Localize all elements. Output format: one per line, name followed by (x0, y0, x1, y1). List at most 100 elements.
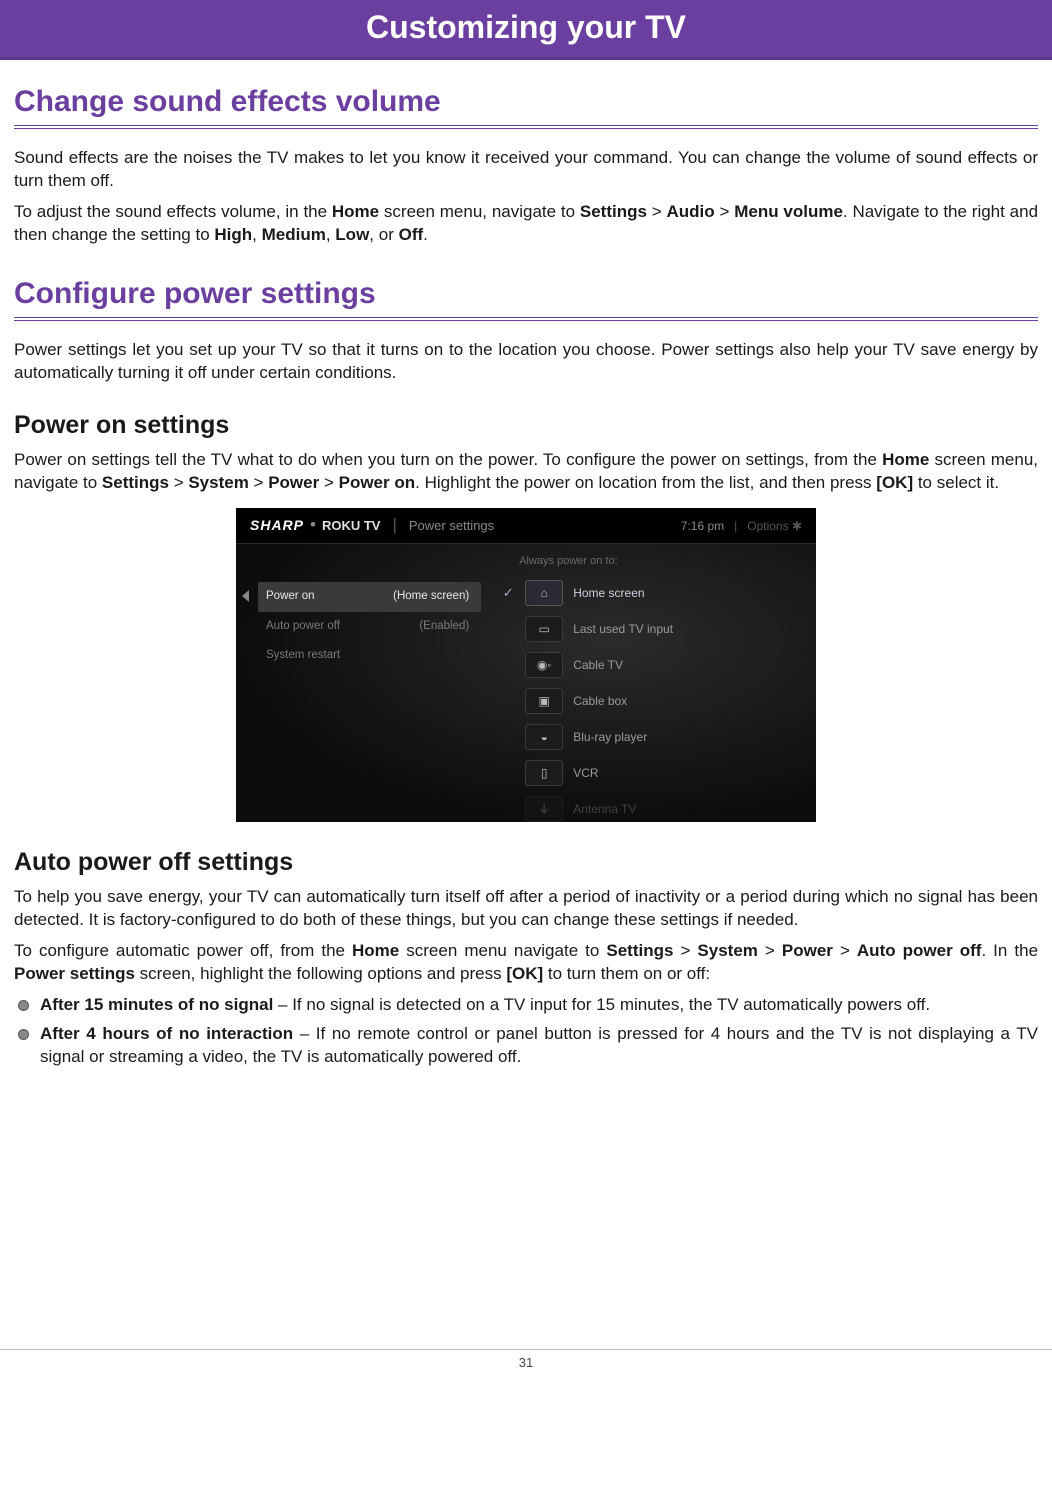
list-item: After 15 minutes of no signal – If no si… (14, 994, 1038, 1017)
separator: > (169, 473, 188, 492)
body-paragraph: To configure automatic power off, from t… (14, 940, 1038, 986)
text: Power on settings tell the TV what to do… (14, 450, 882, 469)
bold-term: Settings (580, 202, 647, 221)
section-title-sound-effects: Change sound effects volume (14, 82, 1038, 123)
option-vcr[interactable]: ▯ VCR (491, 755, 806, 791)
separator: > (833, 941, 857, 960)
text: to select it. (913, 473, 999, 492)
bold-term: [OK] (506, 964, 543, 983)
text: to turn them on or off: (543, 964, 710, 983)
tv-input-icon: ▭ (525, 616, 563, 642)
section-divider (14, 317, 1038, 321)
bold-term: Audio (667, 202, 715, 221)
body-paragraph: Power on settings tell the TV what to do… (14, 449, 1038, 495)
body-paragraph: Power settings let you set up your TV so… (14, 339, 1038, 385)
vertical-separator: | (392, 514, 396, 537)
list-item: After 4 hours of no interaction – If no … (14, 1023, 1038, 1069)
bold-term: Auto power off (857, 941, 982, 960)
menu-item-label: Auto power off (266, 619, 340, 635)
body-paragraph: To adjust the sound effects volume, in t… (14, 201, 1038, 247)
tv-left-menu: Power on (Home screen) Auto power off (E… (236, 544, 491, 822)
left-arrow-icon (242, 590, 249, 602)
bold-term: Power (268, 473, 319, 492)
option-label: VCR (573, 765, 598, 781)
antenna-icon: ⏚ (525, 796, 563, 822)
bold-term: [OK] (876, 473, 913, 492)
bullet-lead: After 15 minutes of no signal (40, 995, 273, 1014)
text: . Highlight the power on location from t… (415, 473, 876, 492)
option-home-screen[interactable]: ✓ ⌂ Home screen (491, 575, 806, 611)
text: . In the (981, 941, 1038, 960)
bold-term: Power on (339, 473, 416, 492)
separator: > (758, 941, 782, 960)
menu-item-system-restart[interactable]: System restart (258, 641, 481, 671)
bold-term: Home (882, 450, 929, 469)
menu-item-power-on[interactable]: Power on (Home screen) (258, 582, 481, 612)
bold-term: Settings (606, 941, 673, 960)
menu-item-value: (Enabled) (419, 619, 469, 635)
menu-item-auto-power-off[interactable]: Auto power off (Enabled) (258, 612, 481, 642)
section-divider (14, 125, 1038, 129)
text: screen, highlight the following options … (135, 964, 506, 983)
separator: > (715, 202, 735, 221)
option-bluray[interactable]: ◒ Blu-ray player (491, 719, 806, 755)
bold-term: Menu volume (734, 202, 843, 221)
bold-term: Home (352, 941, 399, 960)
option-label: Home screen (573, 585, 644, 601)
separator: > (249, 473, 268, 492)
option-last-input[interactable]: ▭ Last used TV input (491, 611, 806, 647)
subsection-title-power-on: Power on settings (14, 409, 1038, 443)
option-cable-box[interactable]: ▣ Cable box (491, 683, 806, 719)
bullet-list: After 15 minutes of no signal – If no si… (14, 994, 1038, 1069)
body-paragraph: To help you save energy, your TV can aut… (14, 886, 1038, 932)
option-label: Blu-ray player (573, 729, 647, 745)
text: To adjust the sound effects volume, in t… (14, 202, 332, 221)
text: . (423, 225, 428, 244)
section-title-power-settings: Configure power settings (14, 274, 1038, 315)
bold-term: Off (399, 225, 424, 244)
text: , (252, 225, 261, 244)
screen-name: Power settings (409, 517, 494, 535)
brand-sharp: SHARP (250, 516, 304, 535)
home-icon: ⌂ (525, 580, 563, 606)
bold-term: Low (335, 225, 369, 244)
tv-screenshot: SHARP • ROKU TV | Power settings 7:16 pm… (236, 508, 816, 822)
option-label: Last used TV input (573, 621, 673, 637)
option-label: Antenna TV (573, 801, 636, 817)
options-hint: Options ✱ (747, 518, 802, 534)
menu-item-value: (Home screen) (393, 589, 469, 605)
separator: > (647, 202, 667, 221)
bold-term: Medium (262, 225, 326, 244)
tv-right-panel: Always power on to: ✓ ⌂ Home screen ▭ La… (491, 544, 816, 822)
bullet-rest: – If no signal is detected on a TV input… (273, 995, 930, 1014)
option-cable-tv[interactable]: ◉◦ Cable TV (491, 647, 806, 683)
right-panel-header: Always power on to: (491, 554, 806, 575)
tv-brand: SHARP • ROKU TV | Power settings (250, 514, 494, 537)
separator: > (319, 473, 338, 492)
menu-item-label: Power on (266, 589, 315, 605)
text: To configure automatic power off, from t… (14, 941, 352, 960)
subsection-title-auto-power-off: Auto power off settings (14, 846, 1038, 880)
brand-roku: ROKU TV (322, 517, 381, 535)
bullet-lead: After 4 hours of no interaction (40, 1024, 293, 1043)
separator: > (673, 941, 697, 960)
body-paragraph: Sound effects are the noises the TV make… (14, 147, 1038, 193)
clock-time: 7:16 pm (681, 518, 724, 534)
bold-term: Power settings (14, 964, 135, 983)
page-footer: 31 (0, 1349, 1052, 1382)
option-label: Cable TV (573, 657, 623, 673)
text: screen menu, navigate to (379, 202, 580, 221)
bold-term: Settings (102, 473, 169, 492)
option-label: Cable box (573, 693, 627, 709)
dot-separator: • (310, 514, 316, 537)
page-header: Customizing your TV (0, 0, 1052, 60)
option-antenna[interactable]: ⏚ Antenna TV (491, 791, 806, 827)
bold-term: Home (332, 202, 379, 221)
text: screen menu navigate to (399, 941, 606, 960)
vertical-separator: | (734, 518, 737, 534)
check-icon: ✓ (501, 584, 515, 602)
text: , (326, 225, 335, 244)
text: , or (369, 225, 398, 244)
bluray-icon: ◒ (525, 724, 563, 750)
bold-term: System (188, 473, 248, 492)
